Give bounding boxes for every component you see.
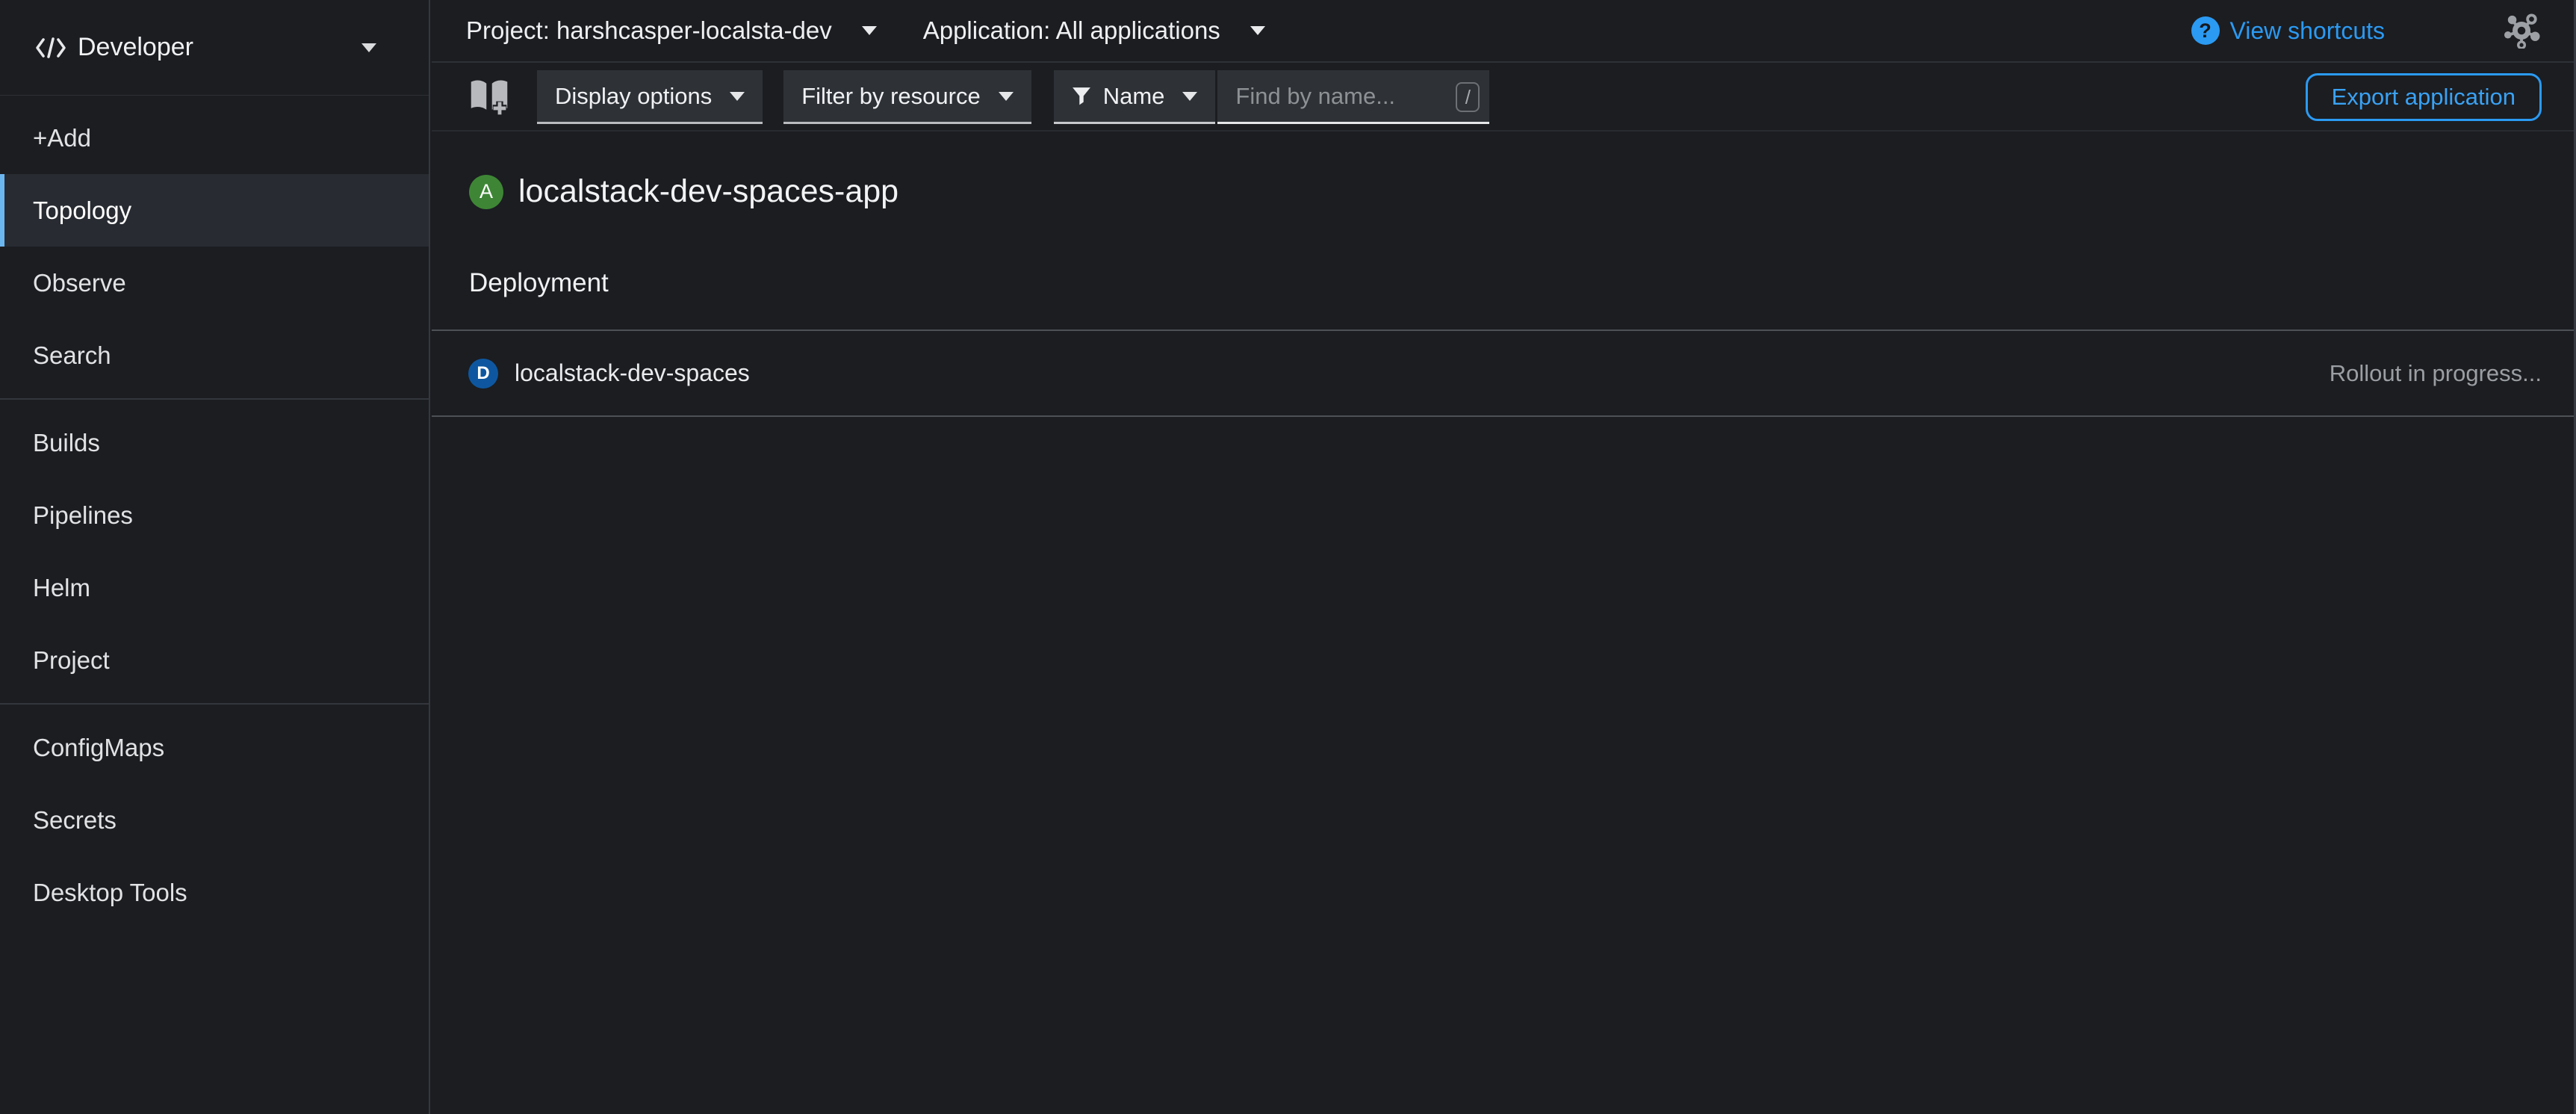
perspective-switcher[interactable]: Developer	[0, 0, 429, 96]
filter-type-label: Name	[1103, 83, 1165, 110]
keyboard-shortcut-hint: /	[1456, 82, 1480, 112]
application-selector[interactable]: Application: All applications	[923, 16, 1265, 45]
chevron-down-icon	[862, 26, 877, 35]
view-shortcuts-link[interactable]: ? View shortcuts	[2191, 16, 2386, 45]
sidebar-item-secrets[interactable]: Secrets	[0, 784, 429, 856]
sidebar-item-search[interactable]: Search	[0, 319, 429, 392]
export-application-button[interactable]: Export application	[2306, 73, 2542, 121]
find-by-name-input[interactable]	[1217, 70, 1489, 124]
application-group-header: A localstack-dev-spaces-app	[432, 133, 2576, 210]
deployment-name[interactable]: localstack-dev-spaces	[515, 359, 750, 387]
chevron-down-icon	[361, 43, 376, 52]
quick-search-book-icon[interactable]	[468, 77, 510, 117]
find-by-name-wrapper: /	[1217, 70, 1489, 124]
masthead: Project: harshcasper-localsta-dev Applic…	[432, 0, 2576, 63]
filter-by-resource-dropdown[interactable]: Filter by resource	[783, 70, 1031, 124]
sidebar-divider	[0, 703, 429, 705]
application-title: localstack-dev-spaces-app	[518, 173, 899, 210]
sidebar-item-project[interactable]: Project	[0, 624, 429, 696]
sidebar-item-builds[interactable]: Builds	[0, 406, 429, 479]
topology-list-view: A localstack-dev-spaces-app Deployment D…	[432, 133, 2576, 1114]
view-shortcuts-label: View shortcuts	[2230, 17, 2386, 45]
sidebar-item-pipelines[interactable]: Pipelines	[0, 479, 429, 551]
chevron-down-icon	[1250, 26, 1265, 35]
sidebar-group-build: Builds Pipelines Helm Project	[0, 406, 429, 696]
sidebar-group-main: +Add Topology Observe Search	[0, 96, 429, 392]
resource-kind-heading: Deployment	[469, 268, 2576, 298]
project-selector-label: Project: harshcasper-localsta-dev	[466, 16, 832, 45]
perspective-label: Developer	[78, 33, 193, 62]
chevron-down-icon	[999, 92, 1014, 101]
deployment-status: Rollout in progress...	[2330, 360, 2542, 387]
sidebar: Developer +Add Topology Observe Search B…	[0, 0, 430, 1114]
filter-type-dropdown[interactable]: Name	[1054, 70, 1216, 124]
topology-view-icon[interactable]	[2503, 13, 2542, 49]
code-icon	[34, 35, 67, 61]
display-options-dropdown[interactable]: Display options	[537, 70, 763, 124]
application-badge: A	[469, 175, 503, 209]
deployment-row[interactable]: D localstack-dev-spaces Rollout in progr…	[432, 329, 2576, 417]
name-filter-group: Name /	[1054, 70, 1490, 124]
sidebar-item-topology[interactable]: Topology	[0, 174, 429, 247]
question-circle-icon: ?	[2191, 16, 2220, 45]
sidebar-item-desktop-tools[interactable]: Desktop Tools	[0, 856, 429, 929]
project-selector[interactable]: Project: harshcasper-localsta-dev	[466, 16, 877, 45]
sidebar-item-helm[interactable]: Helm	[0, 551, 429, 624]
sidebar-group-config: ConfigMaps Secrets Desktop Tools	[0, 711, 429, 929]
sidebar-item-observe[interactable]: Observe	[0, 247, 429, 319]
chevron-down-icon	[730, 92, 745, 101]
masthead-right: ? View shortcuts	[2191, 13, 2542, 49]
application-selector-label: Application: All applications	[923, 16, 1220, 45]
sidebar-divider	[0, 398, 429, 400]
deployment-badge: D	[468, 359, 498, 389]
sidebar-item-configmaps[interactable]: ConfigMaps	[0, 711, 429, 784]
display-options-label: Display options	[555, 83, 712, 110]
topology-toolbar: Display options Filter by resource Name …	[432, 64, 2576, 131]
sidebar-item-add[interactable]: +Add	[0, 102, 429, 174]
chevron-down-icon	[1182, 92, 1197, 101]
filter-by-resource-label: Filter by resource	[801, 83, 980, 110]
filter-funnel-icon	[1072, 87, 1091, 106]
